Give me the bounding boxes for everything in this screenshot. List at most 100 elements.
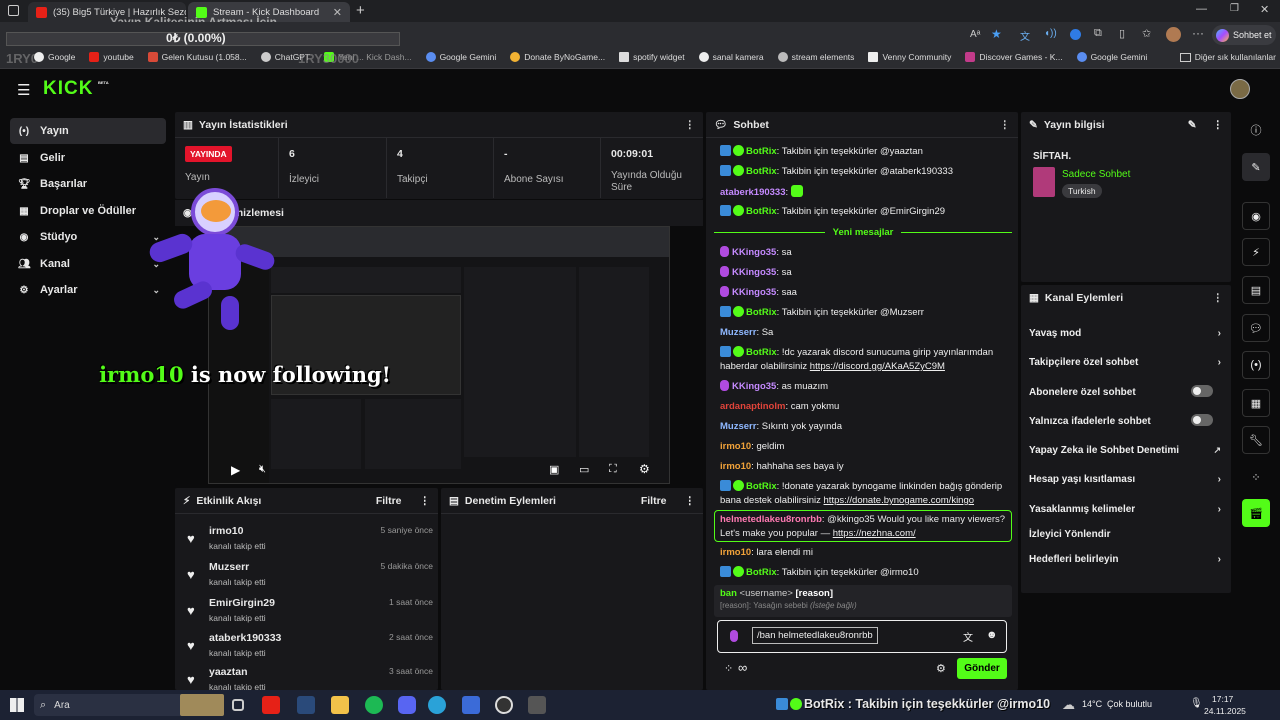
action-raid[interactable]: İzleyici Yönlendir (1029, 529, 1219, 540)
chat-settings-icon[interactable]: ⚙ (936, 662, 946, 675)
info-icon[interactable]: ⓘ (1242, 116, 1270, 144)
chat-username[interactable]: KKingo35 (732, 381, 776, 392)
spotify-icon[interactable] (365, 696, 383, 714)
discord-icon[interactable] (398, 696, 416, 714)
bookmark-gmail[interactable]: Gelen Kutusu (1.058... (147, 52, 247, 62)
action-subscribers-only[interactable]: Abonelere özel sohbet (1029, 385, 1219, 398)
chat-username[interactable]: KKingo35 (732, 287, 776, 298)
clock-time[interactable]: 17:17 (1212, 694, 1233, 704)
app-icon[interactable] (462, 696, 480, 714)
kick-logo[interactable]: KICK (43, 78, 93, 100)
close-window-icon[interactable]: ✕ (1260, 3, 1269, 16)
action-banned-words[interactable]: Yasaklanmış kelimeler › (1029, 504, 1221, 515)
bookmark-venny[interactable]: Venny Community (868, 52, 951, 62)
broadcast-icon[interactable]: (•) (1242, 351, 1270, 379)
clapper-icon[interactable]: 🎬︎ (1242, 499, 1270, 527)
subscribers-only-toggle[interactable] (1191, 385, 1213, 397)
youtube-app-icon[interactable] (262, 696, 280, 714)
document-icon[interactable]: ▤ (1242, 276, 1270, 304)
split-screen-icon[interactable]: ▯ (1119, 27, 1125, 40)
app-window-icon[interactable] (528, 696, 546, 714)
chat-username[interactable]: irmo10 (720, 461, 751, 472)
bookmark-youtube[interactable]: youtube (89, 52, 134, 62)
action-slow-mode[interactable]: Yavaş mod › (1029, 328, 1221, 339)
chat-link[interactable]: https://discord.gg/AKaA5ZyC9M (810, 361, 945, 372)
activity-filter-button[interactable]: Filtre (376, 495, 402, 507)
more-options-icon[interactable]: ⋮ (1213, 119, 1224, 131)
chat-username[interactable]: ardanaptinolm (720, 401, 785, 412)
sidebar-item-basarilar[interactable]: 🏆︎ Başarılar (10, 171, 166, 197)
edge-icon[interactable] (428, 696, 446, 714)
favorites-icon[interactable]: ✩ (1142, 27, 1151, 40)
bookmark-spotify[interactable]: spotify widget (619, 52, 685, 62)
apps-icon[interactable]: ⁘ (1242, 463, 1270, 491)
sidebar-item-yayin[interactable]: (•) Yayın (10, 118, 166, 144)
chat-link[interactable]: https://donate.bynogame.com/kingo (824, 495, 975, 506)
shield-icon[interactable]: ▦ (1242, 389, 1270, 417)
other-bookmarks[interactable]: Diğer sık kullanılanlar (1179, 52, 1276, 62)
fullscreen-icon[interactable]: ⛶ (609, 463, 617, 476)
maximize-icon[interactable]: ❐ (1230, 3, 1239, 14)
action-ai-moderation[interactable]: Yapay Zeka ile Sohbet Denetimi ↗ (1029, 445, 1221, 456)
chat-input-box[interactable]: /ban helmetedlakeu8ronrbb 文 ☻ (717, 620, 1007, 653)
action-goals[interactable]: Hedefleri belirleyin › (1029, 554, 1221, 565)
chat-username[interactable]: BotRix (746, 146, 777, 157)
emote-only-toggle[interactable] (1191, 414, 1213, 426)
chat-username[interactable]: BotRix (746, 481, 777, 492)
bookmark-gemini[interactable]: Google Gemini (425, 52, 496, 62)
chat-username[interactable]: KKingo35 (732, 267, 776, 278)
chat-username[interactable]: irmo10 (720, 547, 751, 558)
moderation-filter-button[interactable]: Filtre (641, 495, 667, 507)
infinity-icon[interactable]: ∞ (738, 660, 747, 675)
more-options-icon[interactable]: ⋮ (1213, 292, 1224, 304)
sidebar-item-kanal[interactable]: 👥︎ Kanal ⌄ (10, 251, 166, 277)
bookmark-discover[interactable]: Discover Games - K... (965, 52, 1063, 62)
extension-icon[interactable]: ◖)) (1044, 28, 1057, 39)
chat-username[interactable]: helmetedlakeu8ronrbb (720, 514, 822, 525)
weather-temp[interactable]: 14°C (1082, 699, 1102, 709)
chat-input[interactable]: /ban helmetedlakeu8ronrbb (752, 627, 878, 644)
chat-username[interactable]: BotRix (746, 347, 777, 358)
favorite-star-icon[interactable]: ★ (991, 27, 1002, 41)
read-aloud-icon[interactable]: Aᵃ (970, 29, 980, 40)
chat-username[interactable]: irmo10 (720, 441, 751, 452)
extensions-icon[interactable]: ⁘ (724, 662, 733, 675)
chat-username[interactable]: BotRix (746, 567, 777, 578)
window-menu-icon[interactable] (8, 5, 19, 16)
windows-start-icon[interactable] (10, 698, 24, 712)
mic-icon[interactable] (730, 630, 738, 642)
more-options-icon[interactable]: ⋮ (685, 495, 696, 507)
task-view-icon[interactable] (232, 699, 244, 711)
obs-icon[interactable] (495, 696, 513, 714)
folder-icon[interactable] (331, 696, 349, 714)
more-options-icon[interactable]: ⋮ (685, 119, 696, 131)
chat-username[interactable]: BotRix (746, 166, 777, 177)
bookmark-streamelements[interactable]: stream elements (777, 52, 854, 62)
mute-icon[interactable]: 🔇︎ (259, 463, 266, 476)
bookmark-sanal-kamera[interactable]: sanal kamera (698, 52, 764, 62)
chat-username[interactable]: Muzserr (720, 327, 756, 338)
extensions-icon[interactable]: ⧉ (1094, 27, 1102, 40)
action-account-age[interactable]: Hesap yaşı kısıtlaması › (1029, 474, 1221, 485)
chat-icon[interactable]: 💬︎ (1242, 314, 1270, 342)
edit-icon[interactable]: ✎ (1188, 119, 1197, 131)
chat-username[interactable]: BotRix (746, 206, 777, 217)
wrench-icon[interactable]: 🔧︎ (1242, 426, 1270, 454)
bookmark-bynogame[interactable]: Donate ByNoGame... (510, 52, 605, 62)
action-followers-only[interactable]: Takipçilere özel sohbet › (1029, 357, 1221, 368)
sidebar-item-ayarlar[interactable]: ⚙ Ayarlar ⌄ (10, 277, 166, 303)
steam-icon[interactable] (297, 696, 315, 714)
profile-avatar[interactable] (1166, 27, 1181, 42)
theater-icon[interactable]: ▭ (579, 463, 589, 476)
copilot-chat-button[interactable]: Sohbet et (1212, 25, 1276, 45)
clock-date[interactable]: 24.11.2025 (1204, 706, 1246, 716)
chat-username[interactable]: BotRix (746, 307, 777, 318)
user-avatar[interactable] (1230, 79, 1250, 99)
settings-icon[interactable]: ⚙ (639, 462, 650, 476)
play-icon[interactable]: ▶ (231, 463, 240, 477)
pip-icon[interactable]: ▣ (549, 463, 559, 476)
new-tab-icon[interactable]: + (356, 2, 365, 19)
pencil-icon[interactable]: ✎ (1242, 153, 1270, 181)
close-icon[interactable]: ✕ (333, 6, 342, 19)
language-tag[interactable]: Turkish (1062, 184, 1102, 198)
